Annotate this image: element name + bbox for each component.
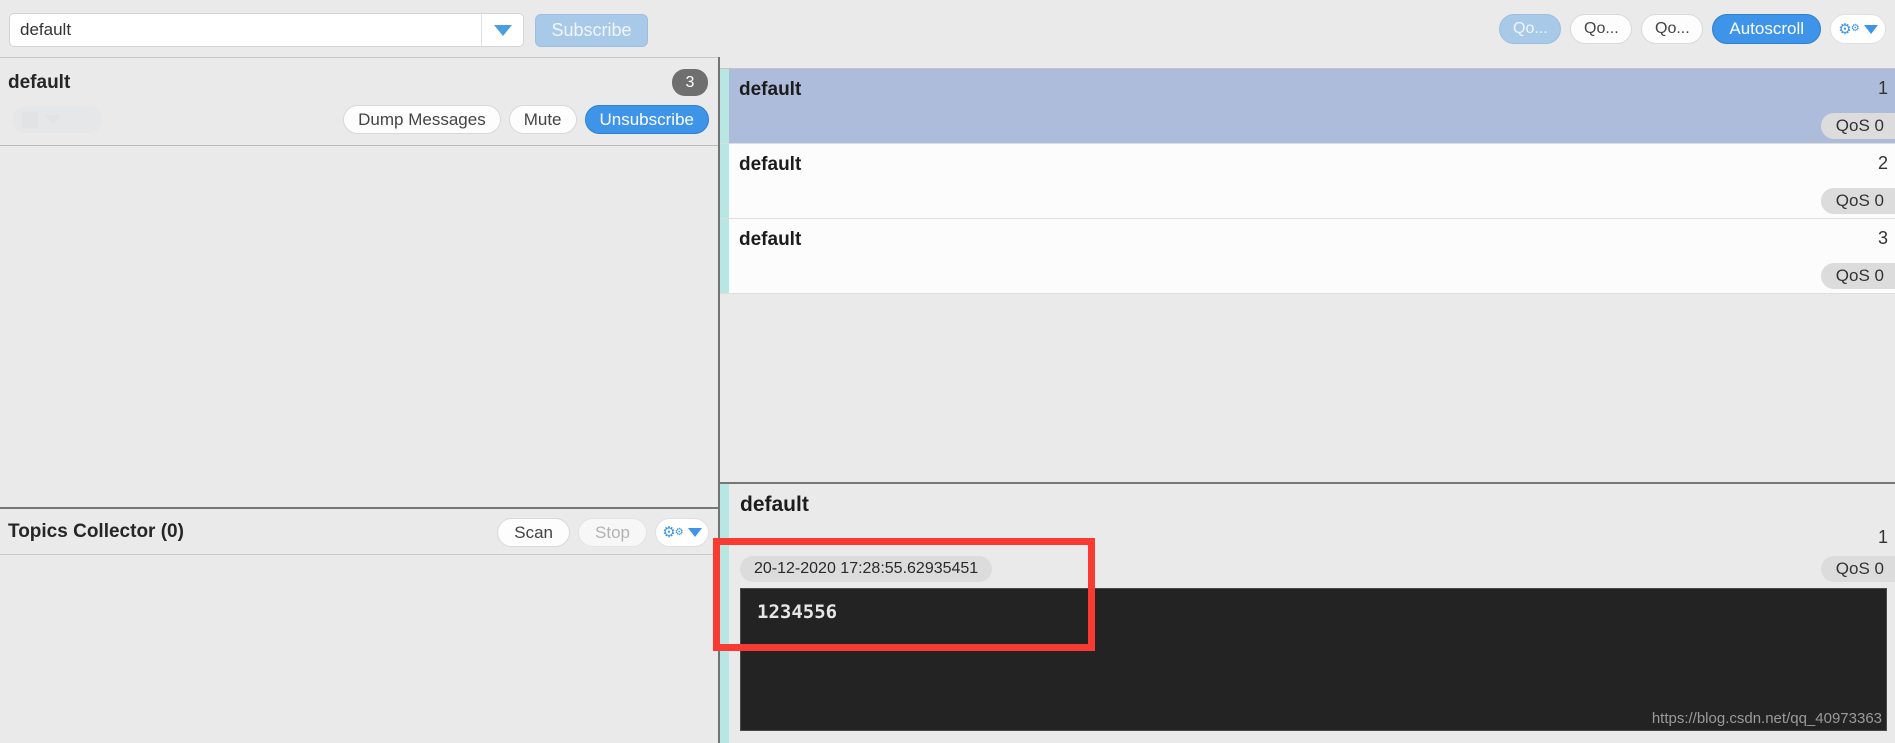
top-toolbar: default Subscribe Qo... Qo... Qo... Auto…	[0, 0, 1895, 57]
detail-index: 1	[1877, 527, 1888, 547]
chevron-down-icon	[493, 24, 512, 36]
topics-collector-actions: Scan Stop ⚙ ⚙	[497, 518, 709, 547]
message-list-row[interactable]: default 1 QoS 0	[720, 69, 1895, 144]
toolbar-settings-button[interactable]: ⚙ ⚙	[1830, 14, 1886, 44]
subscribed-topics-empty-area	[0, 146, 719, 507]
detail-timestamp: 20-12-2020 17:28:55.62935451	[740, 556, 993, 582]
message-accent-stripe	[720, 219, 729, 293]
payload-text: 1234556	[757, 601, 838, 623]
qos-button-2[interactable]: Qo...	[1641, 14, 1704, 44]
topic-select[interactable]: default	[9, 13, 524, 47]
subscribed-topic-count-badge: 3	[672, 69, 708, 96]
qos-button-1[interactable]: Qo...	[1570, 14, 1633, 44]
gear-icon-small: ⚙	[1850, 23, 1860, 34]
topics-collector-settings-button[interactable]: ⚙ ⚙	[655, 518, 709, 547]
topics-collector-list	[0, 555, 719, 743]
toolbar-right-group: Qo... Qo... Qo... Autoscroll ⚙ ⚙	[1499, 14, 1886, 44]
message-index: 1	[1877, 78, 1888, 98]
message-topic: default	[739, 229, 802, 250]
chevron-down-icon	[687, 528, 702, 537]
message-detail-panel: default 1 QoS 0 20-12-2020 17:28:55.6293…	[720, 482, 1895, 743]
detail-accent-stripe	[720, 484, 729, 743]
dump-messages-button[interactable]: Dump Messages	[343, 105, 501, 134]
watermark: https://blog.csdn.net/qq_40973363	[1651, 710, 1882, 727]
topic-select-value[interactable]: default	[10, 20, 481, 40]
message-qos-badge: QoS 0	[1820, 188, 1895, 214]
mute-button[interactable]: Mute	[508, 105, 577, 134]
message-topic: default	[739, 154, 802, 175]
message-qos-badge: QoS 0	[1820, 263, 1895, 289]
subscribed-topic-card[interactable]: default 3 Dump Messages Mute Unsubscribe	[0, 57, 719, 146]
message-list[interactable]: default 1 QoS 0 default 2 QoS 0 default …	[720, 68, 1895, 298]
qos-button-0[interactable]: Qo...	[1499, 14, 1562, 44]
mqtt-subscribe-screen: default Subscribe Qo... Qo... Qo... Auto…	[0, 0, 1895, 743]
message-list-row[interactable]: default 3 QoS 0	[720, 219, 1895, 294]
message-list-empty-area	[720, 298, 1895, 390]
stop-button[interactable]: Stop	[578, 518, 647, 547]
color-swatch-dropdown-icon[interactable]	[12, 106, 102, 133]
topics-collector-title: Topics Collector (0)	[8, 521, 184, 542]
chevron-down-icon	[1863, 24, 1878, 34]
message-accent-stripe	[720, 69, 729, 143]
gear-icon-small: ⚙	[674, 526, 684, 538]
subscribed-topic-name: default	[8, 72, 71, 93]
message-index: 2	[1877, 153, 1888, 173]
detail-qos-badge: QoS 0	[1820, 556, 1895, 582]
chevron-down-icon	[45, 115, 61, 124]
topic-card-actions: Dump Messages Mute Unsubscribe	[343, 105, 709, 134]
message-list-row[interactable]: default 2 QoS 0	[720, 144, 1895, 219]
payload-viewer[interactable]: 1234556 https://blog.csdn.net/qq_4097336…	[740, 588, 1887, 731]
unsubscribe-button[interactable]: Unsubscribe	[584, 105, 709, 134]
gear-icon: ⚙	[662, 524, 676, 541]
detail-topic: default	[740, 493, 809, 516]
message-topic: default	[739, 79, 802, 100]
topic-select-caret[interactable]	[481, 14, 523, 46]
message-accent-stripe	[720, 144, 729, 218]
autoscroll-button[interactable]: Autoscroll	[1712, 14, 1821, 44]
scan-button[interactable]: Scan	[497, 518, 571, 547]
color-swatch-icon	[22, 111, 38, 128]
subscribe-button[interactable]: Subscribe	[535, 14, 648, 47]
message-index: 3	[1877, 228, 1888, 248]
topics-collector-bar: Topics Collector (0) Scan Stop ⚙ ⚙	[0, 507, 719, 555]
gear-icon: ⚙	[1838, 20, 1852, 38]
message-qos-badge: QoS 0	[1820, 113, 1895, 139]
left-panel: default 3 Dump Messages Mute Unsubscribe…	[0, 57, 719, 743]
